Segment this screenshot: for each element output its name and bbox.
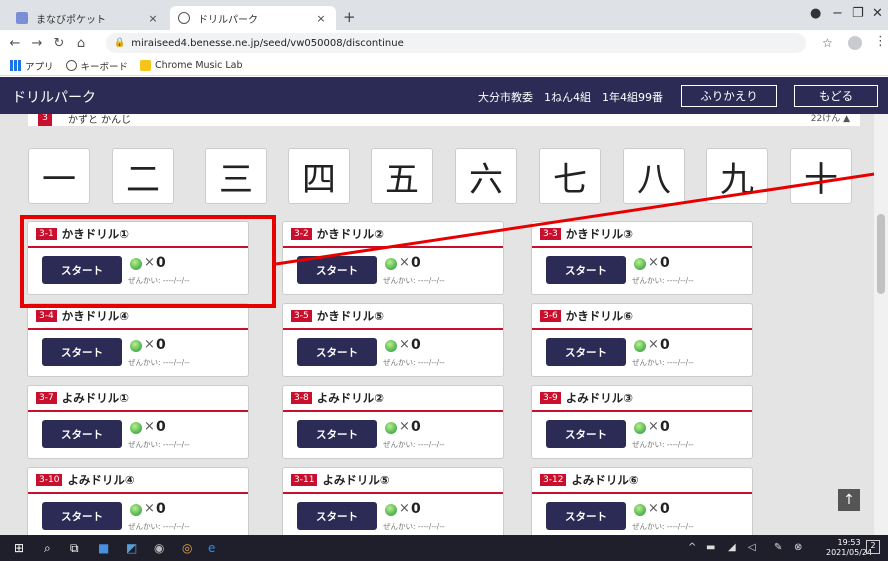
store-icon[interactable]: ◩ — [126, 541, 137, 555]
edge-icon[interactable]: e — [208, 541, 215, 555]
tray-chevron-icon[interactable]: ^ — [688, 542, 696, 553]
notification-center-icon[interactable]: 2 — [866, 540, 880, 554]
scroll-to-top-button[interactable]: ↑ — [838, 489, 860, 511]
wifi-icon[interactable]: ◢ — [728, 542, 736, 553]
volume-icon[interactable]: ◁ — [748, 542, 756, 553]
task-view-icon[interactable]: ⧉ — [70, 541, 79, 556]
scrollbar-thumb[interactable] — [877, 214, 885, 294]
battery-icon[interactable]: ▬ — [706, 542, 715, 553]
camera-icon[interactable]: ◉ — [154, 541, 164, 555]
screen: まなびポケット × ドリルパーク × + ● − ❐ ✕ ← → ↻ ⌂ 🔒 m… — [0, 0, 888, 561]
status-icon[interactable]: ⊗ — [794, 542, 802, 553]
search-icon[interactable]: ⌕ — [44, 541, 51, 556]
file-explorer-icon[interactable]: ■ — [98, 541, 109, 555]
page-scrollbar[interactable] — [874, 114, 888, 535]
windows-taskbar: ⊞ ⌕ ⧉ ■ ◩ ◉ ◎ e ^ ▬ ◢ ◁ ✎ ⊗ 19:53 2021/0… — [0, 535, 888, 561]
windows-start-icon[interactable]: ⊞ — [14, 541, 24, 555]
pen-icon[interactable]: ✎ — [774, 542, 782, 553]
annotation-line — [275, 170, 888, 266]
chrome-icon[interactable]: ◎ — [182, 541, 192, 555]
